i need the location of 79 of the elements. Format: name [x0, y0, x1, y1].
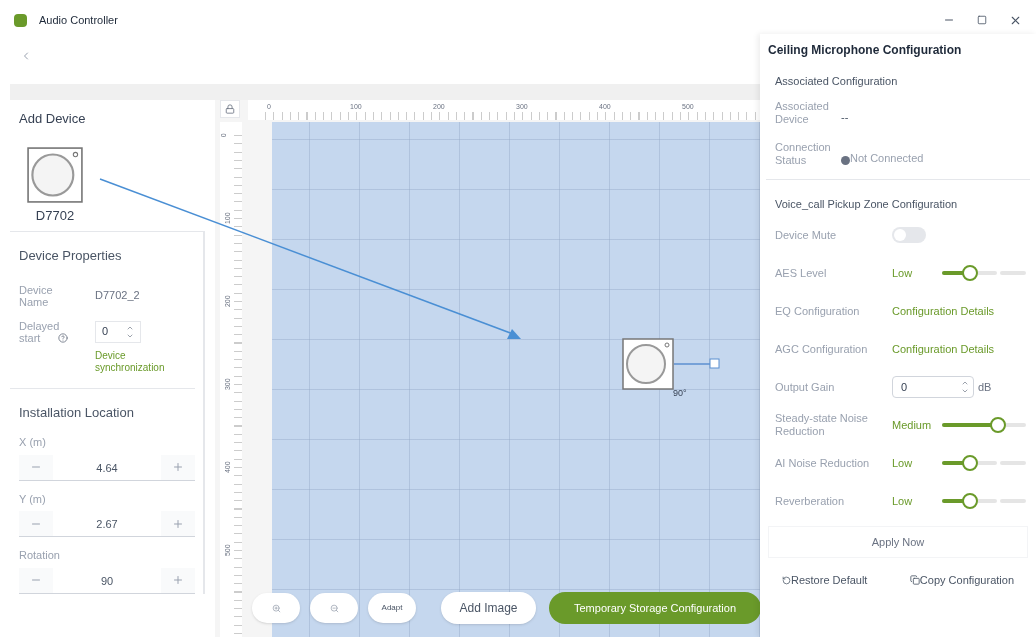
maximize-icon[interactable]: [977, 15, 987, 25]
connection-status: Not Connected: [850, 151, 924, 166]
setting-label: AI Noise Reduction: [775, 456, 871, 470]
details-link[interactable]: Configuration Details: [892, 340, 995, 358]
section-title: Voice_call Pickup Zone Configuration: [775, 196, 959, 212]
adapt-button[interactable]: Adapt: [368, 593, 416, 623]
slider-track[interactable]: [942, 265, 1026, 281]
plus-icon: [172, 461, 184, 473]
lock-icon: [225, 104, 235, 114]
help-icon[interactable]: [58, 332, 68, 343]
field-label: Delayed start: [19, 319, 57, 344]
slider-thumb[interactable]: [961, 455, 978, 471]
restore-icon: [782, 575, 791, 585]
increment-button[interactable]: [161, 511, 195, 536]
toggle-switch[interactable]: [892, 227, 926, 243]
copy-icon: [909, 575, 920, 586]
window-title: Audio Controller: [39, 12, 118, 28]
setting-label: Reverberation: [775, 494, 846, 508]
up-caret-icon[interactable]: [961, 379, 969, 387]
slider-thumb[interactable]: [961, 493, 978, 509]
number-stepper[interactable]: 90: [19, 567, 195, 594]
setting-label: Steady-state Noise Reduction: [775, 412, 869, 438]
field-label: Y (m): [19, 491, 47, 507]
restore-default-button[interactable]: Restore Default: [782, 572, 868, 589]
setting-label: Output Gain: [775, 380, 836, 394]
setting-label: AGC Configuration: [775, 342, 869, 356]
panel-title: Ceiling Microphone Configuration: [768, 42, 963, 59]
level-value: Low: [892, 265, 914, 281]
device-name-value: D7702_2: [95, 288, 140, 304]
section-title: Add Device: [19, 110, 87, 128]
setting-label: AES Level: [775, 266, 828, 280]
increment-button[interactable]: [161, 567, 195, 593]
section-title: Device Properties: [19, 247, 123, 265]
device-label: D7702: [35, 206, 75, 225]
section-title: Installation Location: [19, 403, 135, 422]
lock-button[interactable]: [220, 100, 240, 118]
stepper-value: 90: [99, 573, 115, 589]
copy-configuration-button[interactable]: Copy Configuration: [909, 572, 1014, 589]
sync-link[interactable]: Device synchronization: [95, 349, 185, 374]
slider-track[interactable]: [942, 455, 1026, 471]
unit-label: dB: [978, 379, 992, 395]
increment-button[interactable]: [161, 454, 195, 480]
zoom-out-icon: [329, 603, 339, 613]
plus-icon: [172, 517, 184, 530]
plus-icon: [172, 574, 184, 586]
field-label: Device Name: [19, 283, 54, 308]
stepper-value: 4.64: [95, 460, 119, 476]
details-link[interactable]: Configuration Details: [892, 302, 995, 320]
down-caret-icon[interactable]: [961, 387, 969, 395]
zoom-in-icon: [271, 603, 281, 613]
app-logo-icon: [14, 13, 27, 27]
slider-thumb[interactable]: [961, 265, 978, 281]
slider-thumb[interactable]: [990, 417, 1007, 433]
section-title: Associated Configuration: [775, 74, 899, 89]
slider-track[interactable]: [942, 493, 1026, 509]
field-label: Connection Status: [775, 140, 832, 167]
number-stepper[interactable]: 2.67: [19, 511, 195, 537]
number-stepper[interactable]: 4.64: [19, 454, 195, 481]
level-value: Low: [892, 455, 914, 471]
number-input[interactable]: 0: [95, 320, 141, 343]
setting-label: Device Mute: [775, 228, 838, 242]
microphone-device-icon: [27, 146, 83, 203]
zoom-in-button[interactable]: [252, 593, 300, 623]
number-input[interactable]: 0: [892, 376, 974, 398]
slider-track[interactable]: [942, 417, 1026, 433]
field-label: Associated Device: [775, 99, 830, 126]
field-label: X (m): [19, 435, 47, 450]
disconnected-icon: [841, 155, 850, 165]
add-image-button[interactable]: Add Image: [441, 592, 536, 624]
level-value: Medium: [892, 417, 933, 433]
setting-label: EQ Configuration: [775, 304, 861, 318]
rotation-handle-icon[interactable]: [674, 357, 720, 371]
field-label: Rotation: [19, 548, 61, 563]
stepper-value: 2.67: [95, 517, 119, 532]
rotation-label: 90°: [673, 387, 687, 400]
associated-device-value: --: [841, 110, 849, 125]
placed-microphone-icon: [622, 338, 674, 390]
zoom-out-button[interactable]: [310, 593, 358, 623]
level-value: Low: [892, 493, 914, 509]
